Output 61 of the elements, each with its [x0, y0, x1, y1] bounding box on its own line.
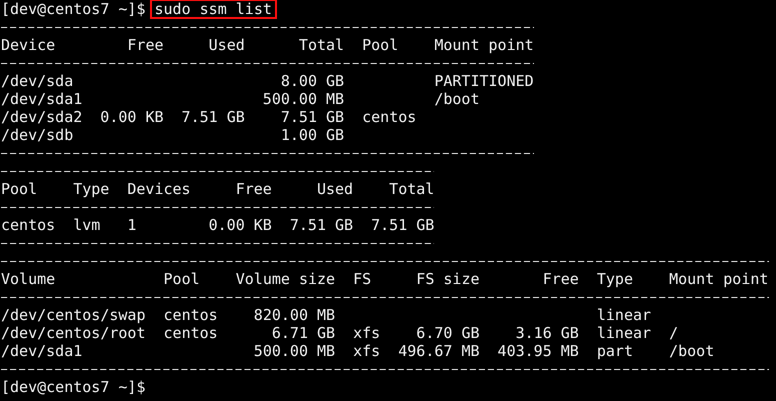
table-cell: linear [596, 306, 652, 324]
table-cell: 403.95 MB [498, 342, 579, 360]
table-cell: 6.70 GB [416, 324, 480, 342]
table-cell: 3.16 GB [516, 324, 579, 342]
table-cell: 496.67 MB [398, 342, 480, 360]
column-header: Volume [1, 270, 56, 288]
table-cell: /boot [434, 90, 480, 108]
table-cell: centos [362, 108, 416, 126]
column-header: Volume size [236, 270, 336, 288]
table-cell: / [669, 324, 678, 342]
table-cell: 7.51 GB [182, 108, 245, 126]
column-header: Type [596, 270, 633, 288]
table-cell: 7.51 GB [290, 216, 354, 234]
table-cell: /dev/centos/swap [1, 306, 146, 324]
table-cell: 7.51 GB [371, 216, 434, 234]
column-header: Pool [362, 36, 398, 54]
column-header: Free [236, 180, 272, 198]
table-cell: 1.00 GB [280, 126, 344, 144]
table-cell: /dev/sda1 [1, 90, 82, 108]
shell-prompt: [dev@centos7 ~]$ [1, 0, 146, 18]
table-cell: 0.00 KB [208, 216, 272, 234]
column-header: Pool [164, 270, 200, 288]
column-header: Total [298, 36, 344, 54]
table-cell: /boot [669, 342, 714, 360]
highlighted-command: sudo ssm list [150, 0, 277, 19]
column-header: Total [389, 180, 434, 198]
table-cell: /dev/sda [1, 72, 74, 90]
table-cell: lvm [73, 216, 100, 234]
shell-prompt: [dev@centos7 ~]$ [1, 378, 146, 396]
column-header: FS [353, 270, 372, 288]
table-cell: linear [596, 324, 652, 342]
table-cell: /dev/sda1 [1, 342, 82, 360]
column-header: Free [542, 270, 579, 288]
column-header: Mount point [434, 36, 534, 54]
table-cell: centos [164, 324, 218, 342]
table-cell: PARTITIONED [434, 72, 534, 90]
table-cell: /dev/centos/root [1, 324, 146, 342]
table-cell: centos [1, 216, 56, 234]
column-header: Device [1, 36, 56, 54]
table-cell: xfs [353, 324, 380, 342]
table-cell: 0.00 KB [100, 108, 164, 126]
table-cell: xfs [353, 342, 380, 360]
column-header: Free [127, 36, 164, 54]
column-header: Type [73, 180, 110, 198]
table-cell: 820.00 MB [254, 306, 336, 324]
column-header: Mount point [669, 270, 768, 288]
column-header: Used [208, 36, 245, 54]
table-cell: /dev/sdb [1, 126, 74, 144]
table-cell: 6.71 GB [272, 324, 336, 342]
column-header: FS size [416, 270, 480, 288]
column-header: Used [316, 180, 354, 198]
table-cell: 1 [127, 216, 136, 234]
table-cell: 8.00 GB [280, 72, 344, 90]
column-header: Pool [1, 180, 38, 198]
table-cell: 500.00 MB [254, 342, 336, 360]
column-header: Devices [127, 180, 191, 198]
table-cell: part [596, 342, 633, 360]
table-cell: 7.51 GB [280, 108, 344, 126]
table-cell: 500.00 MB [262, 90, 344, 108]
table-cell: centos [164, 306, 218, 324]
table-cell: /dev/sda2 [1, 108, 82, 126]
